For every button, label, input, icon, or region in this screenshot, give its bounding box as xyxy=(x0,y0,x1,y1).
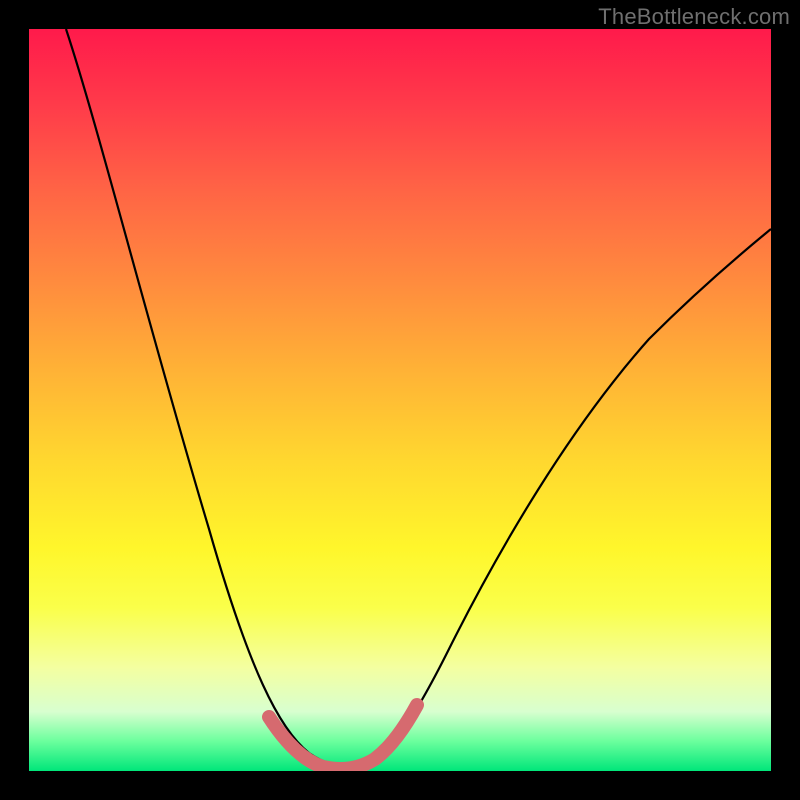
bottleneck-curve xyxy=(29,29,771,771)
bottom-marker xyxy=(269,705,417,769)
chart-frame xyxy=(29,29,771,771)
curve-path xyxy=(66,29,771,768)
watermark-text: TheBottleneck.com xyxy=(598,4,790,30)
